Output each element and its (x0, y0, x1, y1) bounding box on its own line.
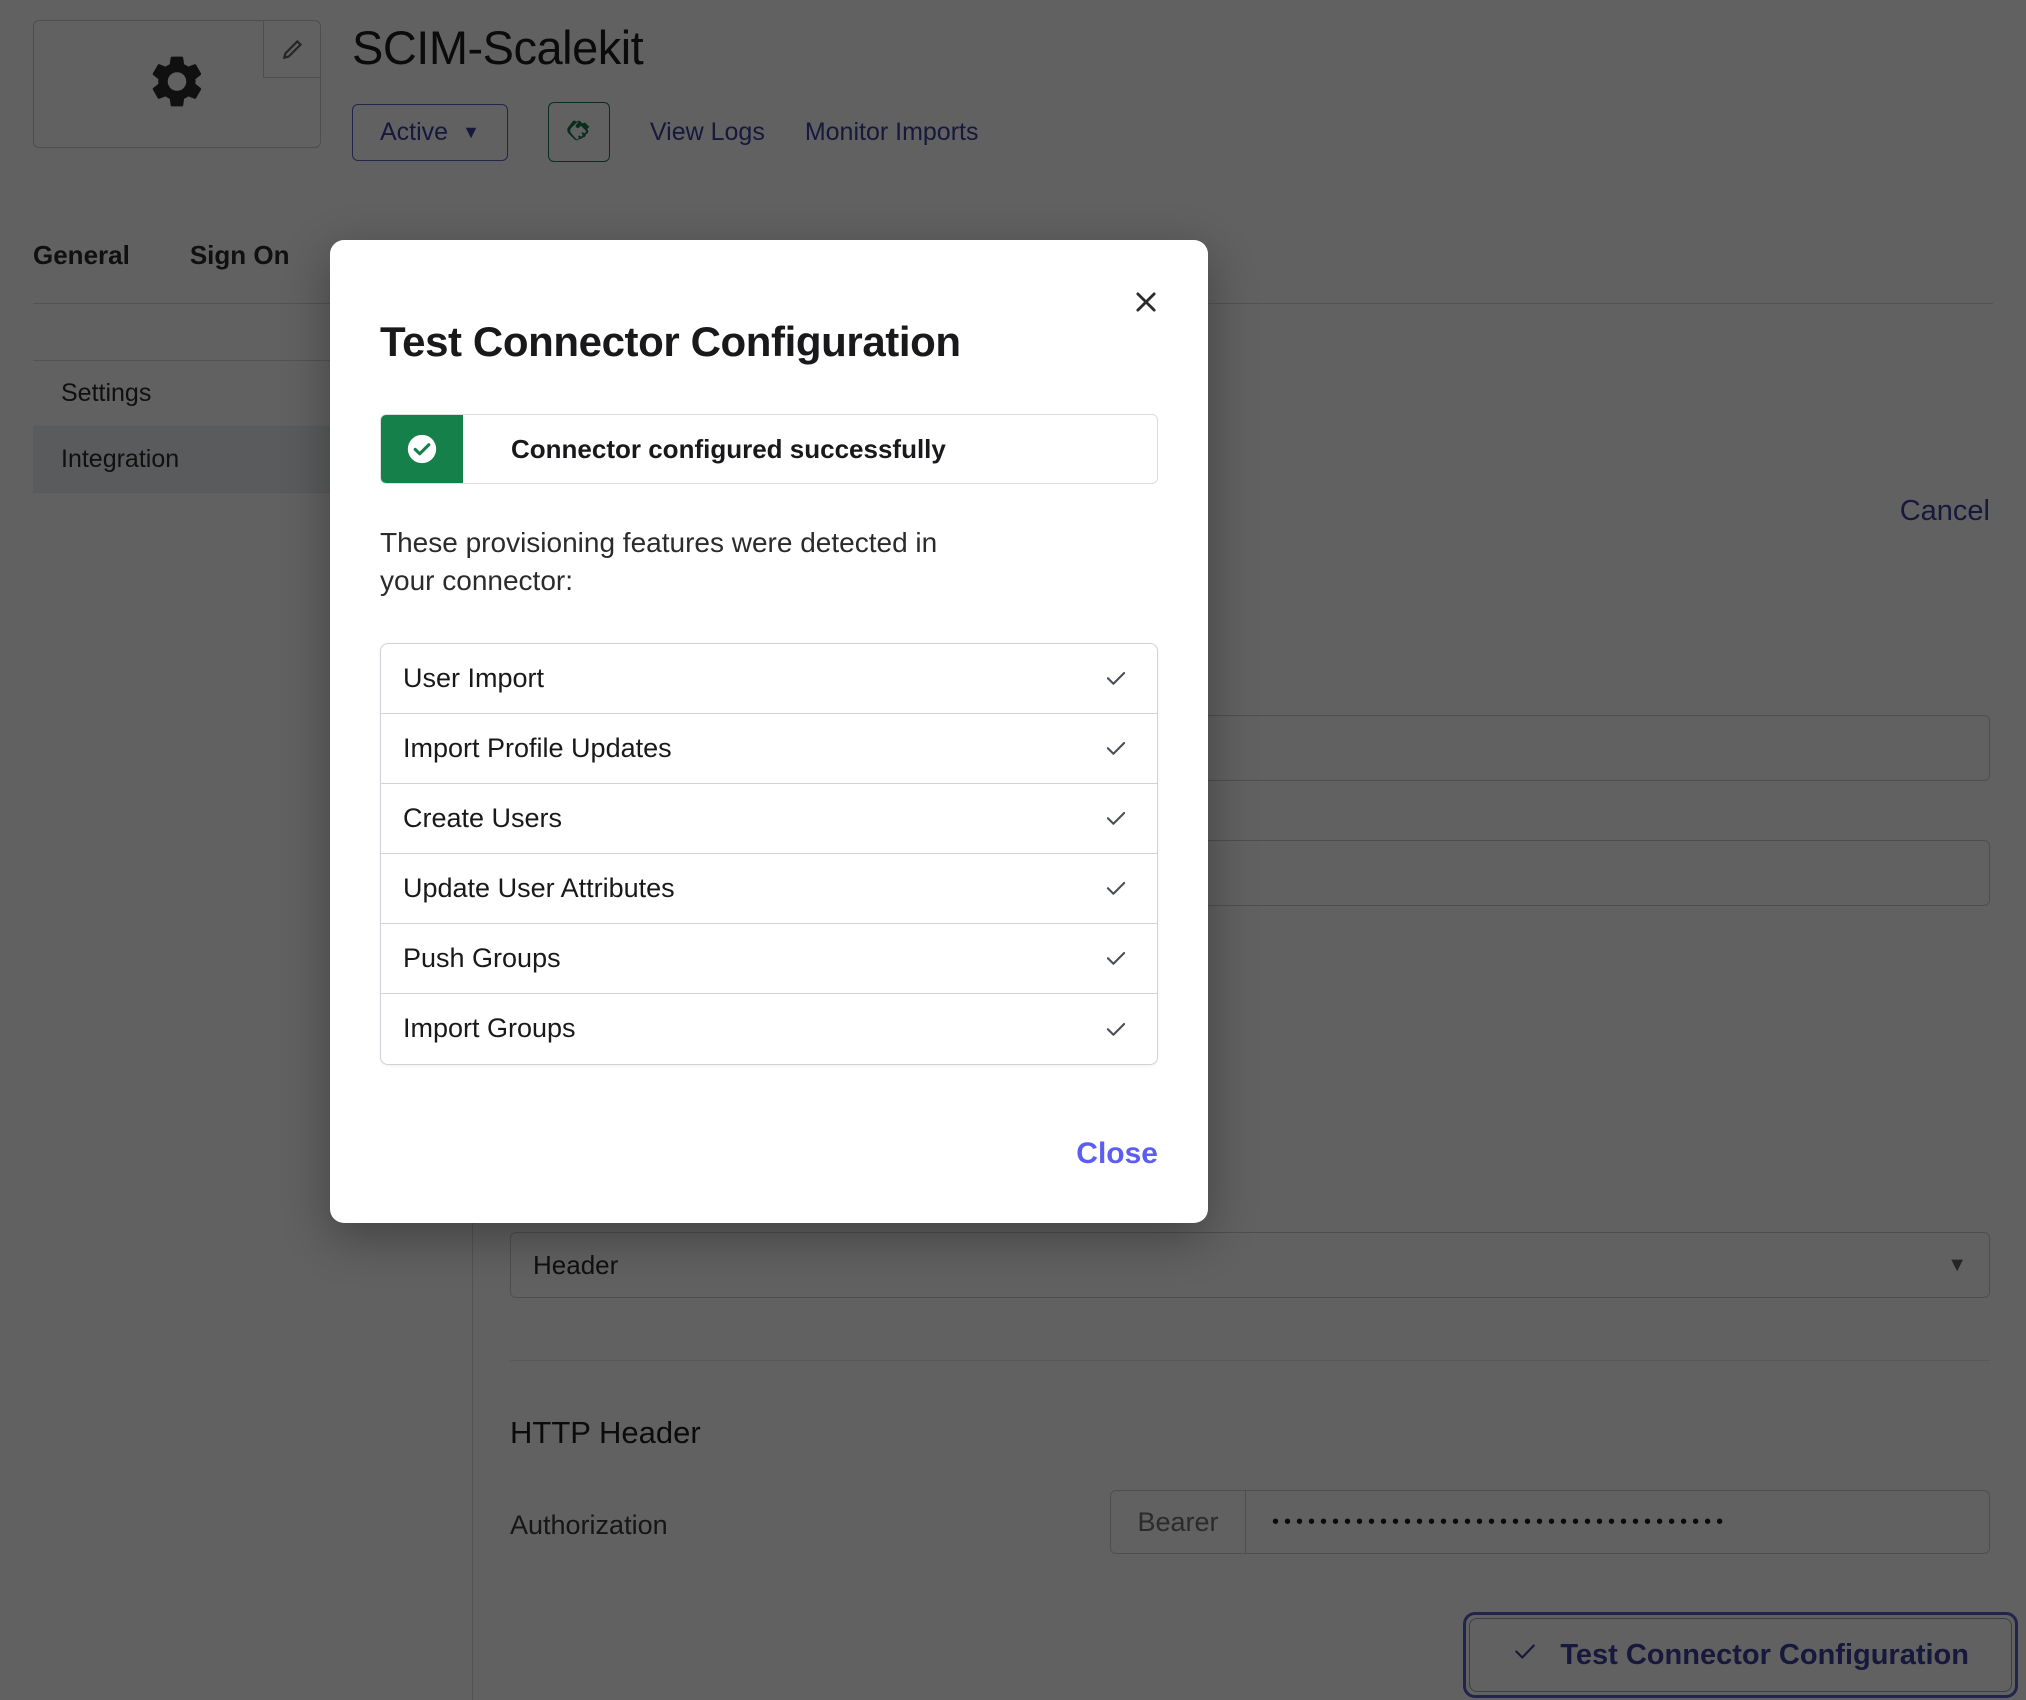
check-circle-icon (381, 415, 463, 483)
check-icon (1103, 1016, 1129, 1042)
detected-features-list: User Import Import Profile Updates Creat… (380, 642, 1158, 1065)
list-item[interactable]: Import Groups (381, 994, 1157, 1064)
check-icon (1103, 945, 1129, 971)
close-icon[interactable] (1126, 282, 1166, 322)
modal-footer: Close (330, 1065, 1208, 1223)
modal-description: These provisioning features were detecte… (380, 527, 938, 597)
check-icon (1103, 805, 1129, 831)
list-item[interactable]: Push Groups (381, 924, 1157, 994)
feature-label: Import Profile Updates (403, 732, 672, 763)
feature-label: Import Groups (403, 1013, 576, 1044)
list-item[interactable]: Create Users (381, 784, 1157, 854)
check-icon (1103, 665, 1129, 691)
check-icon (1103, 875, 1129, 901)
feature-label: Push Groups (403, 942, 561, 973)
feature-label: User Import (403, 662, 545, 693)
test-connector-configuration-modal: Test Connector Configuration Connector c… (330, 240, 1208, 1223)
feature-label: Create Users (403, 802, 563, 833)
close-button[interactable]: Close (1076, 1137, 1158, 1171)
feature-label: Update User Attributes (403, 872, 675, 903)
modal-title: Test Connector Configuration (380, 318, 961, 365)
modal-body: Connector configured successfully These … (330, 414, 1208, 1065)
list-item[interactable]: User Import (381, 644, 1157, 714)
list-item[interactable]: Import Profile Updates (381, 714, 1157, 784)
list-item[interactable]: Update User Attributes (381, 854, 1157, 924)
check-icon (1103, 735, 1129, 761)
status-banner-text: Connector configured successfully (511, 433, 946, 464)
status-banner: Connector configured successfully (380, 414, 1158, 484)
